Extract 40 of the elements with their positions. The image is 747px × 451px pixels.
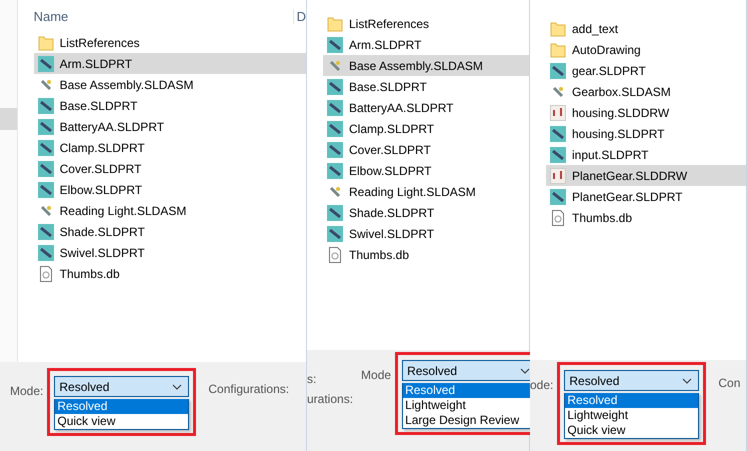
- file-name: Base Assembly.SLDASM: [60, 78, 194, 92]
- configurations-label: Con: [718, 375, 740, 390]
- file-name: Reading Light.SLDASM: [60, 204, 186, 218]
- file-name: Gearbox.SLDASM: [572, 84, 671, 98]
- file-name: Thumbs.db: [349, 248, 410, 262]
- file-name: AutoDrawing: [572, 42, 641, 56]
- file-name: Clamp.SLDPRT: [349, 122, 434, 136]
- file-name: Base.SLDPRT: [60, 98, 138, 112]
- file-name: Arm.SLDPRT: [349, 38, 422, 52]
- field-label: s:: [307, 371, 318, 386]
- file-name: Thumbs.db: [60, 266, 120, 280]
- configurations-label: Configurations:: [208, 381, 290, 396]
- file-name: Swivel.SLDPRT: [349, 226, 434, 240]
- file-name: Reading Light.SLDASM: [349, 184, 476, 198]
- file-name: gear.SLDPRT: [572, 64, 646, 78]
- file-name: Cover.SLDPRT: [60, 162, 142, 176]
- file-name: Cover.SLDPRT: [349, 142, 431, 156]
- file-name: housing.SLDPRT: [572, 126, 664, 140]
- file-name: Elbow.SLDPRT: [60, 182, 142, 196]
- file-name: ListReferences: [349, 16, 430, 30]
- file-name: input.SLDPRT: [572, 148, 648, 162]
- file-name: PlanetGear.SLDDRW: [572, 168, 688, 182]
- file-name: BatteryAA.SLDPRT: [349, 100, 454, 114]
- file-name: BatteryAA.SLDPRT: [60, 120, 164, 134]
- file-name: Swivel.SLDPRT: [60, 246, 145, 260]
- mode-label: Mode:: [10, 383, 44, 398]
- file-name: Base Assembly.SLDASM: [349, 58, 483, 72]
- file-name: housing.SLDDRW: [572, 106, 670, 120]
- mode-label: Mode: [361, 367, 392, 382]
- file-name: ListReferences: [60, 36, 140, 50]
- file-name: Arm.SLDPRT: [60, 56, 132, 70]
- file-name: PlanetGear.SLDPRT: [572, 190, 683, 204]
- file-name: Base.SLDPRT: [349, 80, 427, 94]
- field-label: urations:: [307, 391, 354, 406]
- file-name: add_text: [572, 22, 618, 36]
- file-name: Shade.SLDPRT: [349, 206, 434, 220]
- file-name: Thumbs.db: [572, 210, 632, 224]
- file-name: Clamp.SLDPRT: [60, 140, 145, 154]
- file-name: Shade.SLDPRT: [60, 224, 145, 238]
- file-name: Elbow.SLDPRT: [349, 164, 432, 178]
